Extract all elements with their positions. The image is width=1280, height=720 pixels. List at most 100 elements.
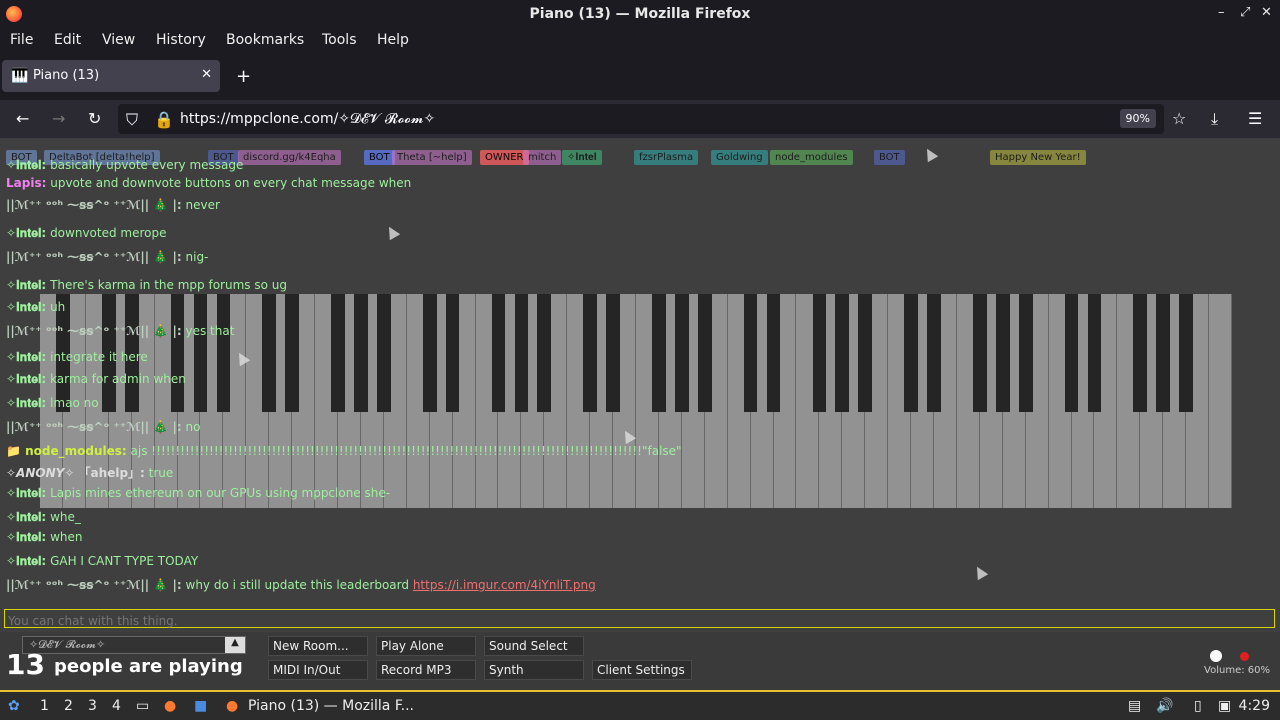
chat-text: yes that — [185, 324, 235, 338]
minimize-icon[interactable]: – — [1218, 5, 1225, 20]
close-tab-icon[interactable]: ✕ — [201, 67, 212, 82]
url-bar[interactable]: ⛉ 🔒 https://mppclone.com/✧𝓓𝓔𝓥 𝓡𝓸𝓸𝓶✧ 90% — [118, 104, 1164, 134]
menu-history[interactable]: History — [156, 32, 206, 48]
chat-text: when — [50, 530, 83, 544]
shield-icon[interactable]: ⛉ — [126, 110, 138, 130]
chat-text: integrate it here — [50, 350, 148, 364]
workspace-4[interactable]: 4 — [112, 698, 121, 714]
chat-nick[interactable]: ||ℳ⁺⁺ ᵒᵒʰ ⁓ꞩꞩ^ᵒ ⁺⁺ℳ|| 🎄 |: — [6, 578, 182, 592]
chat-message: ✧𝘼𝙉𝙊𝙉𝙔✧ 「ahelp」: true — [6, 464, 173, 481]
synth-button[interactable]: Synth — [484, 660, 584, 680]
clock: 4:29 — [1238, 698, 1270, 714]
lock-icon[interactable]: 🔒 — [154, 110, 174, 129]
bookmark-star-icon[interactable]: ☆ — [1172, 109, 1186, 128]
menu-tools[interactable]: Tools — [322, 32, 357, 48]
back-icon[interactable]: ← — [16, 109, 29, 128]
dropdown-arrow-icon[interactable]: ▲ — [225, 637, 245, 653]
chat-message: ✧𝐈𝐧𝐭𝐞𝐥: uh — [6, 300, 65, 315]
chat-nick[interactable]: ✧𝐈𝐧𝐭𝐞𝐥: — [6, 530, 46, 544]
chat-message: ||ℳ⁺⁺ ᵒᵒʰ ⁓ꞩꞩ^ᵒ ⁺⁺ℳ|| 🎄 |: why do i stil… — [6, 578, 596, 592]
midi-button[interactable]: MIDI In/Out — [268, 660, 368, 680]
chat-nick[interactable]: ✧𝐈𝐧𝐭𝐞𝐥: — [6, 158, 46, 172]
window-titlebar: Piano (13) — Mozilla Firefox – ⤢ ✕ — [0, 0, 1280, 29]
menu-icon[interactable]: ☰ — [1248, 109, 1262, 128]
chat-nick[interactable]: ✧𝐈𝐧𝐭𝐞𝐥: — [6, 510, 46, 524]
tab-label: Piano (13) — [33, 68, 100, 83]
player-count: 13 — [6, 648, 45, 681]
chat-text: never — [185, 198, 220, 212]
chat-nick[interactable]: ✧𝐈𝐧𝐭𝐞𝐥: — [6, 226, 46, 240]
chat-nick[interactable]: ||ℳ⁺⁺ ᵒᵒʰ ⁓ꞩꞩ^ᵒ ⁺⁺ℳ|| 🎄 |: — [6, 198, 182, 212]
chat-nick[interactable]: ||ℳ⁺⁺ ᵒᵒʰ ⁓ꞩꞩ^ᵒ ⁺⁺ℳ|| 🎄 |: — [6, 250, 182, 264]
chat-text: karma for admin when — [50, 372, 186, 386]
player-count-label: people are playing — [54, 656, 243, 677]
chat-nick[interactable]: ✧𝐈𝐧𝐭𝐞𝐥: — [6, 372, 46, 386]
chat-message: ||ℳ⁺⁺ ᵒᵒʰ ⁓ꞩꞩ^ᵒ ⁺⁺ℳ|| 🎄 |: no — [6, 420, 200, 434]
chat-link[interactable]: https://i.imgur.com/4iYnliT.png — [413, 578, 596, 592]
chat-nick[interactable]: 📁 node_modules: — [6, 444, 127, 458]
maximize-icon[interactable]: ⤢ — [1240, 5, 1250, 20]
chat-text: There's karma in the mpp forums so ug — [50, 278, 287, 292]
workspace-3[interactable]: 3 — [88, 698, 97, 714]
chat-nick[interactable]: ||ℳ⁺⁺ ᵒᵒʰ ⁓ꞩꞩ^ᵒ ⁺⁺ℳ|| 🎄 |: — [6, 324, 182, 338]
reload-icon[interactable]: ↻ — [88, 109, 101, 128]
room-select[interactable]: ✧𝓓𝓔𝓥 𝓡𝓸𝓸𝓶✧ ▲ — [22, 636, 246, 654]
chat-nick[interactable]: ||ℳ⁺⁺ ᵒᵒʰ ⁓ꞩꞩ^ᵒ ⁺⁺ℳ|| 🎄 |: — [6, 420, 182, 434]
chat-text: uh — [50, 300, 66, 314]
chat-input-box[interactable] — [4, 609, 1275, 630]
client-settings-button[interactable]: Client Settings — [592, 660, 692, 680]
chat-text: why do i still update this leaderboard — [185, 578, 410, 592]
workspace-2[interactable]: 2 — [64, 698, 73, 714]
taskbar: ✿ 1 2 3 4 ▭ ● ■ ● Piano (13) — Mozilla F… — [0, 690, 1280, 720]
chat-message: ✧𝐈𝐧𝐭𝐞𝐥: Lapis mines ethereum on our GPUs… — [6, 486, 390, 501]
chat-message: 📁 node_modules: ajs !!!!!!!!!!!!!!!!!!!!… — [6, 444, 682, 458]
start-menu-icon[interactable]: ✿ — [8, 698, 20, 714]
chat-nick[interactable]: ✧𝐈𝐧𝐭𝐞𝐥: — [6, 278, 46, 292]
file-manager-icon[interactable]: ▭ — [136, 698, 149, 714]
chat-message: ✧𝐈𝐧𝐭𝐞𝐥: integrate it here — [6, 350, 148, 365]
workspace-1[interactable]: 1 — [40, 698, 49, 714]
taskbar-window-firefox[interactable]: Piano (13) — Mozilla F... — [248, 698, 414, 714]
notes-icon[interactable]: ▯ — [1194, 698, 1202, 714]
menu-bookmarks[interactable]: Bookmarks — [226, 32, 304, 48]
menu-file[interactable]: File — [10, 32, 33, 48]
menu-help[interactable]: Help — [377, 32, 409, 48]
chat-nick[interactable]: Lapis: — [6, 176, 46, 190]
chat-message: Lapis: upvote and downvote buttons on ev… — [6, 176, 411, 190]
chat-text: Lapis mines ethereum on our GPUs using m… — [50, 486, 391, 500]
chat-nick[interactable]: ✧𝘼𝙉𝙊𝙉𝙔✧ 「ahelp」: — [6, 466, 145, 480]
volume-knob[interactable] — [1210, 650, 1222, 662]
menu-edit[interactable]: Edit — [54, 32, 81, 48]
speaker-icon[interactable]: 🔊 — [1156, 698, 1173, 714]
firefox-launcher-icon[interactable]: ● — [164, 698, 176, 714]
firefox-window-icon: ● — [226, 698, 239, 714]
chat-text: lmao no — [50, 396, 99, 410]
play-alone-button[interactable]: Play Alone — [376, 636, 476, 656]
zoom-level[interactable]: 90% — [1119, 109, 1156, 128]
chat-nick[interactable]: ✧𝐈𝐧𝐭𝐞𝐥: — [6, 350, 46, 364]
chat-nick[interactable]: ✧𝐈𝐧𝐭𝐞𝐥: — [6, 554, 46, 568]
clipboard-icon[interactable]: ▤ — [1128, 698, 1141, 714]
chat-message: ✧𝐈𝐧𝐭𝐞𝐥: downvoted merope — [6, 226, 167, 241]
chat-nick[interactable]: ✧𝐈𝐧𝐭𝐞𝐥: — [6, 300, 46, 314]
chat-input[interactable] — [5, 612, 1274, 630]
chat-nick[interactable]: ✧𝐈𝐧𝐭𝐞𝐥: — [6, 396, 46, 410]
new-room-button[interactable]: New Room... — [268, 636, 368, 656]
record-mp3-button[interactable]: Record MP3 — [376, 660, 476, 680]
nav-bar: ← → ↻ ⛉ 🔒 https://mppclone.com/✧𝓓𝓔𝓥 𝓡𝓸𝓸𝓶… — [0, 100, 1280, 138]
forward-icon[interactable]: → — [52, 109, 65, 128]
downloads-icon[interactable]: ⤓ — [1211, 109, 1218, 129]
bottom-panel: ✧𝓓𝓔𝓥 𝓡𝓸𝓸𝓶✧ ▲ 13 people are playing New R… — [0, 632, 1280, 690]
tab-piano[interactable]: 🎹 Piano (13) ✕ — [2, 60, 220, 92]
chat-text: upvote and downvote buttons on every cha… — [50, 176, 412, 190]
tab-bar: 🎹 Piano (13) ✕ + — [0, 54, 1280, 100]
chat-nick[interactable]: ✧𝐈𝐧𝐭𝐞𝐥: — [6, 486, 46, 500]
menu-view[interactable]: View — [102, 32, 135, 48]
sound-select-button[interactable]: Sound Select — [484, 636, 584, 656]
new-tab-icon[interactable]: + — [236, 66, 251, 87]
terminal-icon[interactable]: ■ — [194, 698, 207, 714]
chat-text: GAH I CANT TYPE TODAY — [50, 554, 199, 568]
display-icon[interactable]: ▣ — [1218, 698, 1231, 714]
piano-page: BOT DeltaBot [delta!help] BOT discord.gg… — [0, 138, 1280, 690]
close-window-icon[interactable]: ✕ — [1261, 5, 1272, 20]
